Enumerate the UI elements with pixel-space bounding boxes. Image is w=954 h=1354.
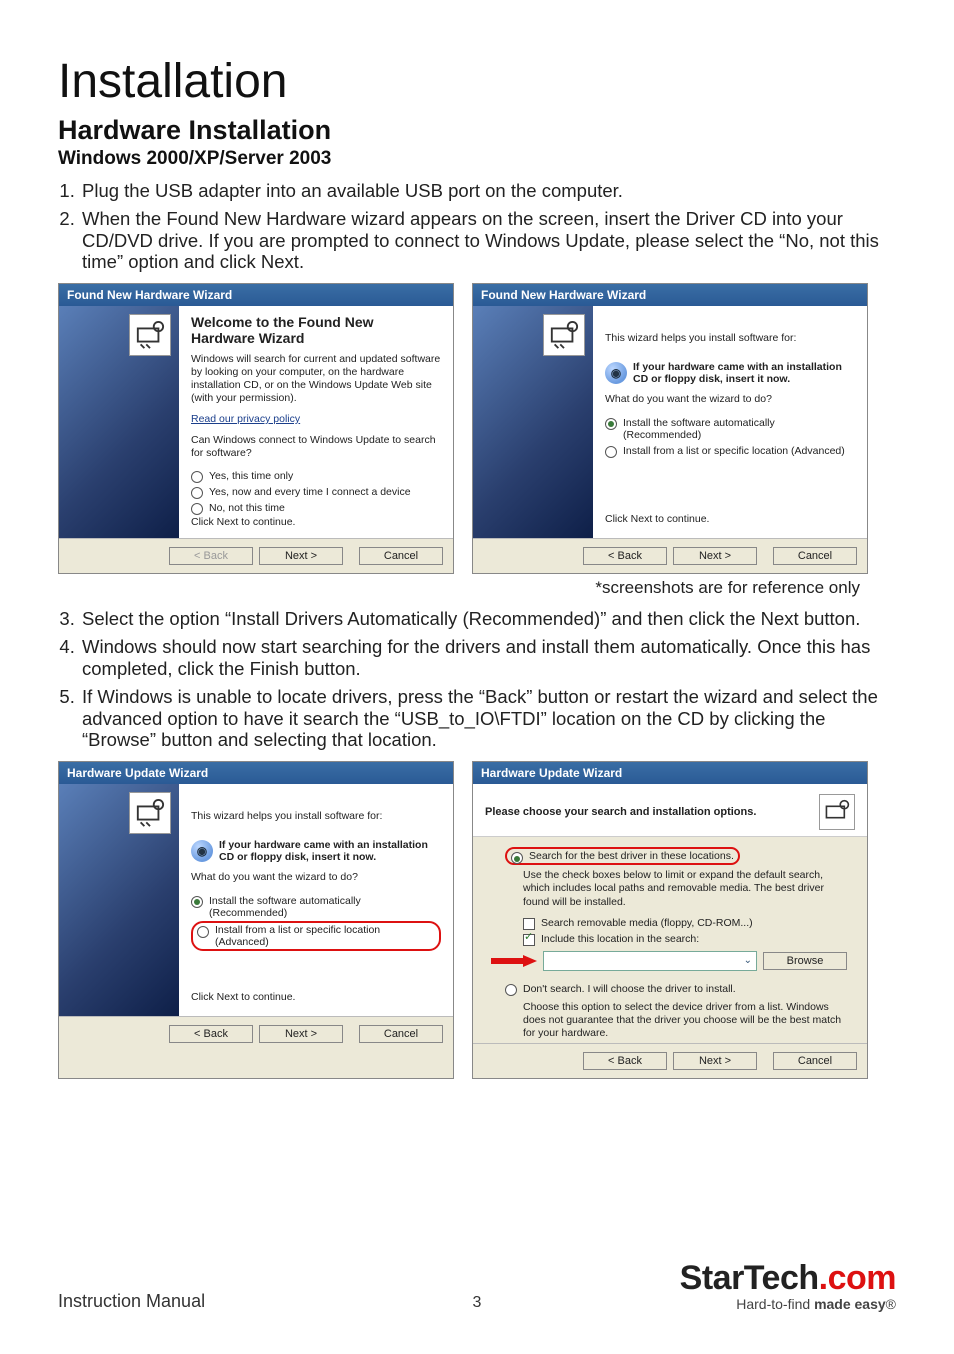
brand-tagline: Hard-to-find made easy® <box>680 1296 896 1312</box>
wizard-continue-text: Click Next to continue. <box>605 513 855 526</box>
radio-yes-always[interactable]: Yes, now and every time I connect a devi… <box>191 484 441 500</box>
wizard-question: What do you want the wizard to do? <box>191 871 441 884</box>
next-button[interactable]: Next > <box>673 547 757 565</box>
insert-cd-hint: ◉ If your hardware came with an installa… <box>191 839 441 863</box>
radio-install-auto[interactable]: Install the software automatically (Reco… <box>605 415 855 443</box>
tagline-b: made easy <box>814 1296 886 1312</box>
wizard-text: This wizard helps you install software f… <box>605 332 855 345</box>
wizard-text: Windows will search for current and upda… <box>191 353 441 406</box>
next-button[interactable]: Next > <box>673 1052 757 1070</box>
step-item: Windows should now start searching for t… <box>80 636 896 680</box>
screenshot-caption: *screenshots are for reference only <box>58 578 860 598</box>
next-button[interactable]: Next > <box>259 1025 343 1043</box>
wizard-question: Can Windows connect to Windows Update to… <box>191 434 441 460</box>
brand-name-b: .com <box>819 1259 896 1297</box>
step-item: When the Found New Hardware wizard appea… <box>80 208 896 273</box>
page-footer: Instruction Manual 3 StarTech.com Hard-t… <box>58 1259 896 1312</box>
wizard-sidebar <box>59 784 179 1016</box>
radio-yes-once[interactable]: Yes, this time only <box>191 468 441 484</box>
hardware-icon <box>819 794 855 830</box>
screenshot-row: Hardware Update Wizard This wizard helps… <box>58 761 896 1079</box>
highlight-circle: Install from a list or specific location… <box>191 921 441 951</box>
section-heading: Hardware Installation <box>58 115 896 146</box>
step-item: If Windows is unable to locate drivers, … <box>80 686 896 751</box>
brand-name-a: StarTech <box>680 1259 819 1297</box>
wizard-continue-text: Click Next to continue. <box>191 991 441 1004</box>
wizard-hardware-update-install: Hardware Update Wizard This wizard helps… <box>58 761 454 1079</box>
back-button[interactable]: < Back <box>583 547 667 565</box>
wizard-question: What do you want the wizard to do? <box>605 393 855 406</box>
back-button[interactable]: < Back <box>583 1052 667 1070</box>
subsection-heading: Windows 2000/XP/Server 2003 <box>58 148 896 170</box>
wizard-heading: Welcome to the Found New Hardware Wizard <box>191 314 441 346</box>
cd-icon: ◉ <box>605 362 627 384</box>
back-button[interactable]: < Back <box>169 1025 253 1043</box>
window-titlebar: Found New Hardware Wizard <box>473 284 867 306</box>
option-description: Use the check boxes below to limit or ex… <box>523 869 847 908</box>
wizard-text: This wizard helps you install software f… <box>191 810 441 823</box>
hint-text: If your hardware came with an installati… <box>219 839 441 863</box>
privacy-link[interactable]: Read our privacy policy <box>191 413 300 425</box>
checkbox-removable-media[interactable]: Search removable media (floppy, CD-ROM..… <box>523 915 847 931</box>
window-titlebar: Found New Hardware Wizard <box>59 284 453 306</box>
cancel-button[interactable]: Cancel <box>359 1025 443 1043</box>
wizard-hardware-update-options: Hardware Update Wizard Please choose you… <box>472 761 868 1079</box>
wizard-found-new-hardware-install: Found New Hardware Wizard This wizard he… <box>472 283 868 574</box>
radio-no[interactable]: No, not this time <box>191 500 441 516</box>
steps-list-b: Select the option “Install Drivers Autom… <box>58 608 896 751</box>
back-button[interactable]: < Back <box>169 547 253 565</box>
step-item: Plug the USB adapter into an available U… <box>80 180 896 202</box>
hardware-icon <box>543 314 585 356</box>
hardware-icon <box>129 792 171 834</box>
radio-dont-search[interactable]: Don't search. I will choose the driver t… <box>505 981 847 997</box>
wizard-sidebar <box>59 306 179 538</box>
radio-install-advanced[interactable]: Install from a list or specific location… <box>197 924 435 948</box>
radio-search-best[interactable]: Search for the best driver in these loca… <box>511 850 734 862</box>
chevron-down-icon: ⌄ <box>744 955 752 966</box>
page-number: 3 <box>473 1294 482 1312</box>
hint-text: If your hardware came with an installati… <box>633 361 855 385</box>
insert-cd-hint: ◉ If your hardware came with an installa… <box>605 361 855 385</box>
brand-block: StarTech.com Hard-to-find made easy® <box>680 1259 896 1312</box>
wizard-continue-text: Click Next to continue. <box>191 516 441 529</box>
wizard-sidebar <box>473 306 593 538</box>
radio-install-advanced[interactable]: Install from a list or specific location… <box>605 443 855 459</box>
radio-install-auto[interactable]: Install the software automatically (Reco… <box>191 893 441 921</box>
steps-list-a: Plug the USB adapter into an available U… <box>58 180 896 273</box>
cd-icon: ◉ <box>191 840 213 862</box>
cancel-button[interactable]: Cancel <box>773 1052 857 1070</box>
highlight-circle: Search for the best driver in these loca… <box>505 847 740 865</box>
browse-button[interactable]: Browse <box>763 952 847 970</box>
window-titlebar: Hardware Update Wizard <box>473 762 867 784</box>
brand-logo: StarTech.com <box>680 1259 896 1298</box>
cancel-button[interactable]: Cancel <box>773 547 857 565</box>
wizard-found-new-hardware-welcome: Found New Hardware Wizard Welcome to the… <box>58 283 454 574</box>
location-combobox[interactable]: ⌄ <box>543 951 757 971</box>
tagline-a: Hard-to-find <box>736 1296 814 1312</box>
page-title: Installation <box>58 54 896 109</box>
cancel-button[interactable]: Cancel <box>359 547 443 565</box>
page: Installation Hardware Installation Windo… <box>0 0 954 1079</box>
registered-mark: ® <box>886 1296 896 1312</box>
window-titlebar: Hardware Update Wizard <box>59 762 453 784</box>
checkbox-include-location[interactable]: Include this location in the search: <box>523 931 847 947</box>
step-item: Select the option “Install Drivers Autom… <box>80 608 896 630</box>
footer-label: Instruction Manual <box>58 1291 205 1312</box>
wizard-heading: Please choose your search and installati… <box>485 806 756 818</box>
hardware-icon <box>129 314 171 356</box>
screenshot-row: Found New Hardware Wizard Welcome to the… <box>58 283 896 574</box>
next-button[interactable]: Next > <box>259 547 343 565</box>
option-description: Choose this option to select the device … <box>523 1001 847 1040</box>
arrow-icon <box>523 955 537 967</box>
